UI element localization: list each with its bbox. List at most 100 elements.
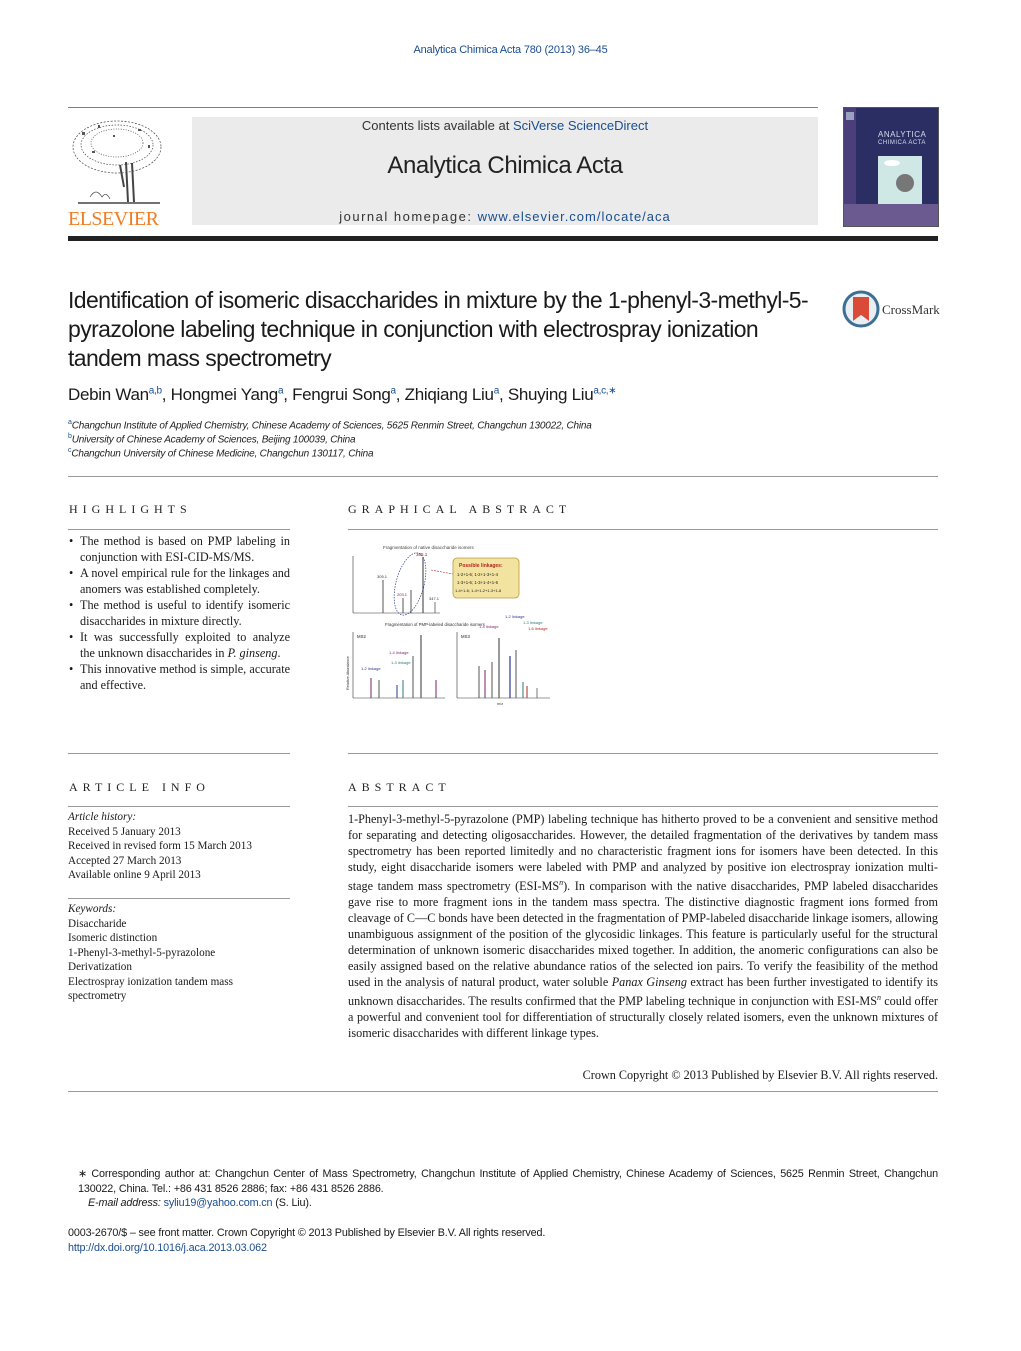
abstract-rule: [348, 806, 938, 807]
history-entry: Received in revised form 15 March 2013: [68, 840, 252, 852]
article-info-rule: [68, 806, 290, 807]
cover-artwork: [878, 156, 922, 204]
affiliation-text: University of Chinese Academy of Science…: [71, 434, 356, 446]
article-info-heading: ARTICLE INFO: [69, 780, 210, 794]
highlights-bottom-rule: [68, 753, 290, 754]
highlights-rule: [68, 529, 290, 530]
abstract-body: 1-Phenyl-3-methyl-5-pyrazolone (PMP) lab…: [348, 811, 938, 1041]
highlight-text: The method is useful to identify isomeri…: [80, 598, 290, 628]
highlight-text: A novel empirical rule for the linkages …: [80, 566, 290, 596]
abstract-bottom-rule: [68, 1091, 938, 1092]
graphical-abstract-figure[interactable]: Fragmentation of native disaccharide iso…: [345, 540, 555, 706]
highlight-text-end: .: [277, 646, 281, 660]
affiliation-b: bUniversity of Chinese Academy of Scienc…: [68, 433, 356, 446]
highlight-ellipse: [393, 552, 427, 616]
linkage-label-1-4-left: 1-4 linkage: [389, 650, 409, 655]
ms3-label: MS3: [461, 634, 470, 639]
affiliation-c: cChangchun University of Chinese Medicin…: [68, 447, 374, 460]
author-affiliation-marker[interactable]: a: [494, 385, 500, 396]
affiliation-text: Changchun Institute of Applied Chemistry…: [71, 420, 592, 432]
top-panel-title: Fragmentation of native disaccharide iso…: [383, 545, 475, 550]
highlight-text: The method is based on PMP labeling in c…: [80, 534, 290, 564]
front-matter: 0003-2670/$ – see front matter. Crown Co…: [68, 1226, 938, 1255]
tree-logo-icon: [72, 120, 162, 204]
highlight-item: It was successfully exploited to analyze…: [68, 629, 290, 661]
homepage-link[interactable]: www.elsevier.com/locate/aca: [478, 209, 671, 224]
linkage-label-1-2-right: 1-2 linkage: [505, 614, 525, 619]
author-name: Debin Wan: [68, 385, 149, 404]
article-history: Article history: Received 5 January 2013…: [68, 810, 290, 883]
linkage-label-1-3-right: 1-3 linkage: [523, 620, 543, 625]
cover-title-line2: CHIMICA ACTA: [878, 140, 926, 146]
journal-cover-image[interactable]: ANALYTICA CHIMICA ACTA: [843, 107, 939, 227]
keyword: Isomeric distinction: [68, 932, 158, 944]
crossmark-label: CrossMark: [882, 302, 940, 317]
author-affiliation-marker[interactable]: a,b: [149, 385, 162, 396]
contents-line: Contents lists available at SciVerse Sci…: [192, 118, 818, 133]
header-top-rule: [68, 107, 818, 108]
article-title: Identification of isomeric disaccharides…: [68, 287, 809, 371]
abstract-text-part: ). In comparison with the native disacch…: [348, 879, 938, 990]
callout-line: 1-4+1-6; 1-4+1-2+1-3+1-6: [455, 588, 502, 593]
author[interactable]: Zhiqiang Liua: [404, 385, 500, 404]
author[interactable]: Hongmei Yanga: [171, 385, 284, 404]
cover-title: ANALYTICA CHIMICA ACTA: [878, 130, 936, 148]
author[interactable]: Fengrui Songa: [292, 385, 396, 404]
contents-prefix: Contents lists available at: [361, 118, 513, 133]
keyword: Electrospray ionization tandem mass spec…: [68, 975, 233, 1003]
highlights-list: The method is based on PMP labeling in c…: [68, 533, 290, 693]
keywords-label: Keywords:: [68, 903, 117, 915]
cover-artwork-circle: [896, 174, 914, 192]
linkage-label-1-3-left: 1-3 linkage: [391, 660, 411, 665]
author-affiliation-marker[interactable]: a: [391, 385, 397, 396]
peak-label: 305.1: [377, 574, 388, 579]
affiliation-text: Changchun University of Chinese Medicine…: [71, 448, 374, 460]
graphical-abstract-bottom-rule: [348, 753, 938, 754]
y-axis-label: Relative Abundance: [346, 656, 350, 690]
highlight-text: This innovative method is simple, accura…: [80, 662, 290, 692]
x-axis-label: m/z: [497, 702, 503, 705]
keyword: Disaccharide: [68, 917, 127, 930]
author-name: Shuying Liu: [507, 385, 594, 404]
abstract-copyright: Crown Copyright © 2013 Published by Else…: [582, 1068, 938, 1082]
corresponding-author-text: ∗ Corresponding author at: Changchun Cen…: [78, 1168, 938, 1195]
keywords: Keywords: Disaccharide Isomeric distinct…: [68, 902, 290, 1004]
cover-title-line1: ANALYTICA: [878, 130, 927, 139]
sciencedirect-link[interactable]: SciVerse ScienceDirect: [513, 118, 648, 133]
linkage-label-1-4-right: 1-4 linkage: [479, 624, 499, 629]
highlight-item: This innovative method is simple, accura…: [68, 661, 290, 693]
author[interactable]: Debin Wana,b: [68, 385, 162, 404]
author-affiliation-marker[interactable]: a: [278, 385, 284, 396]
callout-line: 1-3+1-6; 1-3+1-4+1-6: [457, 580, 499, 585]
cover-publisher-logo: [846, 112, 854, 120]
journal-reference[interactable]: Analytica Chimica Acta 780 (2013) 36–45: [0, 44, 1021, 56]
callout-title: Possible linkages:: [459, 563, 503, 569]
highlight-item: The method is useful to identify isomeri…: [68, 597, 290, 629]
bottom-panel-title: Fragmentation of PMP-labeled disaccharid…: [385, 622, 485, 627]
crossmark-icon: [842, 290, 880, 328]
author-list: Debin Wana,b, Hongmei Yanga, Fengrui Son…: [68, 385, 617, 404]
front-matter-text: 0003-2670/$ – see front matter. Crown Co…: [68, 1227, 546, 1239]
history-entry: Available online 9 April 2013: [68, 869, 201, 881]
author[interactable]: Shuying Liua,c,∗: [508, 385, 617, 404]
history-label: Article history:: [68, 811, 137, 823]
highlight-species: P. ginseng: [227, 646, 278, 660]
callout-line: 1-2+1-6; 1-2+1-3+1-4: [457, 572, 499, 577]
author-name: Fengrui Song: [292, 385, 391, 404]
doi-link[interactable]: http://dx.doi.org/10.1016/j.aca.2013.03.…: [68, 1241, 938, 1256]
highlight-item: The method is based on PMP labeling in c…: [68, 533, 290, 565]
author-name: Zhiqiang Liu: [404, 385, 494, 404]
author-affiliation-marker[interactable]: a,c,∗: [593, 385, 616, 396]
email-link[interactable]: syliu19@yahoo.com.cn: [164, 1197, 273, 1209]
abstract-species: Panax Ginseng: [611, 975, 687, 990]
linkage-label-1-2: 1-2 linkage: [361, 666, 381, 671]
peak-label: 203.1: [397, 592, 408, 597]
journal-reference-link[interactable]: Analytica Chimica Acta 780 (2013) 36–45: [414, 44, 608, 56]
keywords-rule: [68, 898, 290, 899]
title-block-rule: [68, 476, 938, 477]
graphical-abstract-rule: [348, 529, 938, 530]
email-label: E-mail address:: [88, 1197, 164, 1209]
homepage-line: journal homepage: www.elsevier.com/locat…: [192, 209, 818, 224]
crossmark-badge[interactable]: CrossMark: [842, 290, 942, 330]
highlights-heading: HIGHLIGHTS: [69, 502, 192, 516]
